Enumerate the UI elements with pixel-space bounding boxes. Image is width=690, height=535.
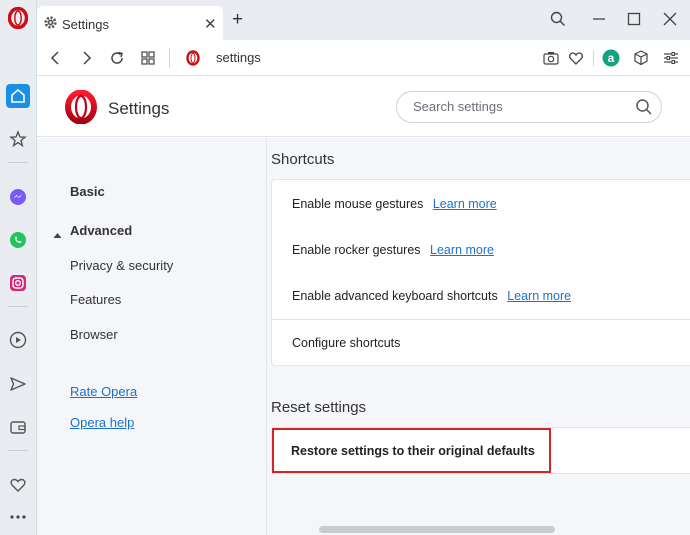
divider	[272, 319, 690, 320]
tab-strip: Settings ✕ +	[37, 0, 690, 40]
search-box[interactable]	[396, 91, 662, 123]
keyboard-shortcuts-label: Enable advanced keyboard shortcuts	[292, 289, 498, 303]
search-icon[interactable]	[635, 98, 653, 116]
opera-help-link[interactable]: Opera help	[70, 415, 134, 430]
easy-setup-icon[interactable]	[661, 48, 681, 68]
forward-icon[interactable]	[77, 48, 97, 68]
nav-advanced[interactable]: Advanced	[70, 223, 132, 238]
wallet-icon[interactable]	[6, 415, 30, 439]
svg-text:a: a	[608, 51, 615, 65]
search-tabs-icon[interactable]	[548, 9, 568, 29]
address-bar: settings a	[37, 40, 690, 76]
opera-logo-icon[interactable]	[6, 6, 30, 30]
send-icon[interactable]	[6, 372, 30, 396]
mouse-gestures-row: Enable mouse gestures Learn more	[292, 197, 497, 211]
more-icon[interactable]	[6, 505, 30, 529]
nav-basic[interactable]: Basic	[70, 184, 105, 199]
instagram-icon[interactable]	[6, 271, 30, 295]
rocker-gestures-learn-more-link[interactable]: Learn more	[430, 243, 494, 257]
messenger-icon[interactable]	[6, 185, 30, 209]
player-icon[interactable]	[6, 328, 30, 352]
keyboard-shortcuts-learn-more-link[interactable]: Learn more	[507, 289, 571, 303]
mouse-gestures-label: Enable mouse gestures	[292, 197, 424, 211]
nav-features[interactable]: Features	[70, 292, 121, 307]
camera-icon[interactable]	[541, 48, 561, 68]
shortcuts-section-title: Shortcuts	[271, 151, 335, 168]
tab-title: Settings	[62, 17, 109, 32]
reset-section-title: Reset settings	[271, 399, 367, 416]
close-tab-icon[interactable]: ✕	[204, 15, 217, 33]
url-text[interactable]: settings	[216, 50, 261, 65]
page-title: Settings	[108, 99, 170, 118]
restore-defaults-label: Restore settings to their original defau…	[291, 444, 535, 458]
extensions-cube-icon[interactable]	[631, 48, 651, 68]
reload-icon[interactable]	[107, 48, 127, 68]
horizontal-scrollbar[interactable]	[319, 526, 555, 533]
settings-main: Shortcuts Enable mouse gestures Learn mo…	[267, 138, 690, 535]
rate-opera-link[interactable]: Rate Opera	[70, 384, 137, 399]
restore-defaults-button[interactable]: Restore settings to their original defau…	[272, 428, 551, 473]
heart-icon[interactable]	[6, 473, 30, 497]
gear-icon	[43, 15, 58, 35]
shortcuts-card: Enable mouse gestures Learn more Enable …	[271, 179, 690, 366]
bookmark-heart-icon[interactable]	[566, 48, 586, 68]
maximize-icon[interactable]	[624, 9, 644, 29]
opera-page-icon	[183, 48, 203, 68]
opera-sidebar	[0, 0, 37, 535]
nav-privacy-security[interactable]: Privacy & security	[70, 258, 173, 273]
home-icon[interactable]	[6, 84, 30, 108]
rocker-gestures-row: Enable rocker gestures Learn more	[292, 243, 494, 257]
whatsapp-icon[interactable]	[6, 228, 30, 252]
keyboard-shortcuts-row: Enable advanced keyboard shortcuts Learn…	[292, 289, 571, 303]
tab-settings[interactable]: Settings ✕	[37, 6, 223, 40]
star-icon[interactable]	[6, 127, 30, 151]
search-input[interactable]	[413, 99, 623, 114]
opera-logo-icon	[65, 89, 97, 129]
nav-browser[interactable]: Browser	[70, 327, 118, 342]
close-window-icon[interactable]	[660, 9, 680, 29]
back-icon[interactable]	[45, 48, 65, 68]
new-tab-button[interactable]: +	[232, 10, 243, 29]
tabs-grid-icon[interactable]	[138, 48, 158, 68]
minimize-icon[interactable]	[589, 9, 609, 29]
settings-nav: Basic Advanced Privacy & security Featur…	[37, 138, 267, 535]
caret-up-icon[interactable]	[53, 226, 62, 244]
mouse-gestures-learn-more-link[interactable]: Learn more	[433, 197, 497, 211]
settings-header: Settings	[37, 77, 690, 137]
configure-shortcuts-button[interactable]: Configure shortcuts	[292, 336, 400, 350]
account-icon[interactable]: a	[601, 48, 621, 68]
rocker-gestures-label: Enable rocker gestures	[292, 243, 421, 257]
